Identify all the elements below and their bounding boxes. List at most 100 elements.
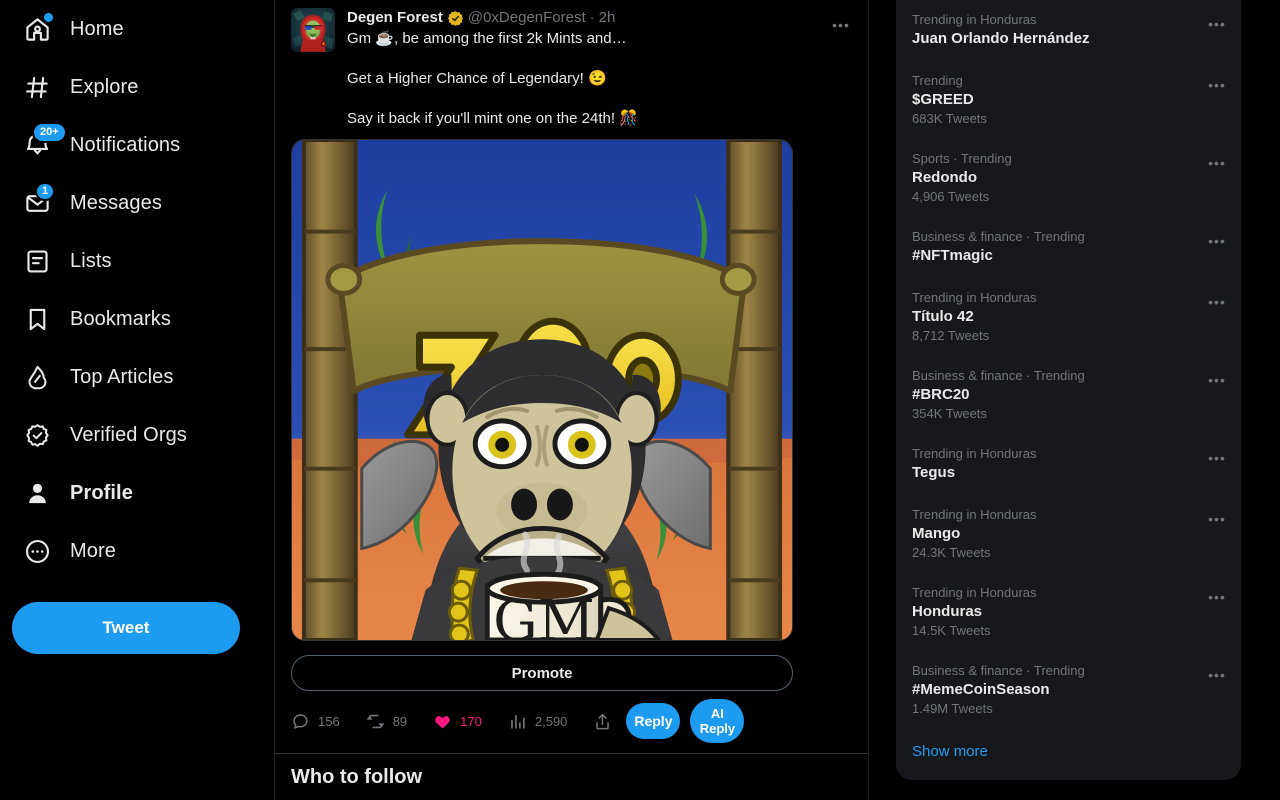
trend-more-button[interactable]: ••• bbox=[1203, 149, 1231, 177]
trend-item[interactable]: Business & finance · Trending #MemeCoinS… bbox=[896, 651, 1241, 729]
tweet-more-menu-button[interactable]: ••• bbox=[826, 10, 856, 40]
promote-button[interactable]: Promote bbox=[291, 655, 793, 691]
trend-item[interactable]: Business & finance · Trending #BRC20 354… bbox=[896, 356, 1241, 434]
tweet-button[interactable]: Tweet bbox=[12, 602, 240, 654]
trend-name: $GREED bbox=[912, 91, 974, 108]
trend-more-button[interactable]: ••• bbox=[1203, 444, 1231, 472]
ellipsis-icon: ••• bbox=[1208, 233, 1226, 249]
trend-more-button[interactable]: ••• bbox=[1203, 10, 1231, 38]
more-circle-icon bbox=[22, 536, 52, 566]
trend-name: Honduras bbox=[912, 603, 983, 620]
sidebar-item-label: Bookmarks bbox=[70, 307, 171, 330]
trend-category: Sports · Trending bbox=[912, 151, 1012, 166]
trend-item[interactable]: Trending in Honduras Mango 24.3K Tweets … bbox=[896, 495, 1241, 573]
comment-icon bbox=[291, 712, 310, 731]
trend-count: 8,712 Tweets bbox=[912, 328, 990, 343]
svg-text:GM: GM bbox=[493, 589, 595, 640]
home-icon bbox=[22, 13, 53, 44]
sidebar-item-explore[interactable]: Explore bbox=[12, 58, 262, 116]
trend-item[interactable]: Trending in Honduras Juan Orlando Hernán… bbox=[896, 0, 1241, 61]
trend-item[interactable]: Business & finance · Trending #NFTmagic … bbox=[896, 217, 1241, 278]
trend-more-button[interactable]: ••• bbox=[1203, 366, 1231, 394]
trend-more-button[interactable]: ••• bbox=[1203, 288, 1231, 316]
sidebar-item-bookmarks[interactable]: Bookmarks bbox=[12, 290, 262, 348]
trend-item[interactable]: Sports · Trending Redondo 4,906 Tweets •… bbox=[896, 139, 1241, 217]
ellipsis-icon: ••• bbox=[1208, 77, 1226, 93]
sidebar-item-messages[interactable]: 1 Messages bbox=[12, 174, 262, 232]
trend-more-button[interactable]: ••• bbox=[1203, 505, 1231, 533]
trend-name: Juan Orlando Hernández bbox=[912, 30, 1090, 47]
trends-panel: Trending in Honduras Juan Orlando Hernán… bbox=[896, 0, 1241, 780]
sidebar-item-label: Verified Orgs bbox=[70, 423, 187, 446]
separator-dot: · bbox=[589, 9, 595, 26]
ellipsis-icon: ••• bbox=[1208, 155, 1226, 171]
left-sidebar: Home Explore 20+ Notifications 1 Message… bbox=[0, 0, 275, 800]
trend-category: Business & finance · Trending bbox=[912, 663, 1085, 678]
show-more-link[interactable]: Show more bbox=[896, 729, 1241, 772]
reply-button[interactable]: Reply bbox=[626, 703, 681, 739]
trend-name: Mango bbox=[912, 525, 961, 542]
home-unread-dot bbox=[44, 13, 53, 22]
sidebar-item-top-articles[interactable]: Top Articles bbox=[12, 348, 262, 406]
trend-name: Tegus bbox=[912, 464, 956, 481]
tweet-text-line: Gm ☕, be among the first 2k Mints and… bbox=[347, 30, 627, 47]
sidebar-item-profile[interactable]: Profile bbox=[12, 464, 262, 522]
sidebar-item-verified-orgs[interactable]: Verified Orgs bbox=[12, 406, 262, 464]
trend-more-button[interactable]: ••• bbox=[1203, 71, 1231, 99]
like-action[interactable]: 170 bbox=[433, 712, 482, 731]
sidebar-item-label: Messages bbox=[70, 191, 162, 214]
sidebar-item-label: Notifications bbox=[70, 133, 181, 156]
reply-action[interactable]: 156 bbox=[291, 712, 340, 731]
who-to-follow-title: Who to follow bbox=[291, 766, 423, 788]
ellipsis-icon: ••• bbox=[1208, 589, 1226, 605]
ellipsis-icon: ••• bbox=[1208, 294, 1226, 310]
trend-name: #NFTmagic bbox=[912, 247, 993, 264]
trend-category: Trending in Honduras bbox=[912, 290, 1037, 305]
sidebar-item-label: Explore bbox=[70, 75, 139, 98]
right-sidebar: Trending in Honduras Juan Orlando Hernán… bbox=[869, 0, 1280, 800]
trend-more-button[interactable]: ••• bbox=[1203, 227, 1231, 255]
trend-category: Trending in Honduras bbox=[912, 446, 1037, 461]
retweet-count: 89 bbox=[392, 713, 408, 729]
share-action[interactable] bbox=[593, 712, 612, 731]
trend-count: 14.5K Tweets bbox=[912, 623, 991, 638]
ai-reply-button[interactable]: AI Reply bbox=[690, 699, 745, 743]
trend-count: 1.49M Tweets bbox=[912, 701, 993, 716]
ellipsis-icon: ••• bbox=[1208, 667, 1226, 683]
trend-name: Título 42 bbox=[912, 308, 974, 325]
retweet-icon bbox=[366, 712, 385, 731]
trend-category: Business & finance · Trending bbox=[912, 368, 1085, 383]
tweet-action-bar: 156 89 170 2,590 Reply AI Reply bbox=[291, 699, 793, 743]
trend-item[interactable]: Trending in Honduras Honduras 14.5K Twee… bbox=[896, 573, 1241, 651]
trend-more-button[interactable]: ••• bbox=[1203, 661, 1231, 689]
avatar[interactable] bbox=[291, 8, 335, 52]
ellipsis-icon: ••• bbox=[832, 17, 850, 33]
analytics-icon bbox=[508, 712, 527, 731]
views-action[interactable]: 2,590 bbox=[508, 712, 567, 731]
trend-item[interactable]: Trending in Honduras Título 42 8,712 Twe… bbox=[896, 278, 1241, 356]
retweet-action[interactable]: 89 bbox=[366, 712, 407, 731]
tweet-text: Gm ☕, be among the first 2k Mints and… G… bbox=[347, 29, 852, 129]
sidebar-item-lists[interactable]: Lists bbox=[12, 232, 262, 290]
bookmark-icon bbox=[22, 304, 52, 334]
share-icon bbox=[593, 712, 612, 731]
flame-icon bbox=[22, 362, 52, 392]
tweet-timestamp[interactable]: 2h bbox=[599, 8, 616, 28]
verified-badge-icon bbox=[22, 420, 52, 450]
sidebar-item-home[interactable]: Home bbox=[12, 0, 262, 58]
author-handle[interactable]: @0xDegenForest bbox=[468, 8, 586, 28]
sidebar-item-label: Top Articles bbox=[70, 365, 174, 388]
reply-count: 156 bbox=[318, 713, 340, 729]
ai-reply-label-line2: Reply bbox=[699, 721, 736, 736]
trend-item[interactable]: Trending $GREED 683K Tweets ••• bbox=[896, 61, 1241, 139]
sidebar-item-label: Home bbox=[70, 17, 124, 40]
ai-reply-label-line1: AI bbox=[710, 706, 724, 721]
bell-icon: 20+ bbox=[22, 122, 67, 160]
sidebar-item-more[interactable]: More bbox=[12, 522, 262, 580]
tweet-card: Degen Forest @0xDegenForest · 2h Gm ☕, b… bbox=[275, 0, 868, 743]
author-display-name[interactable]: Degen Forest bbox=[347, 8, 443, 28]
trend-more-button[interactable]: ••• bbox=[1203, 583, 1231, 611]
tweet-media-image[interactable]: GM bbox=[291, 139, 793, 641]
sidebar-item-notifications[interactable]: 20+ Notifications bbox=[12, 116, 262, 174]
trend-item[interactable]: Trending in Honduras Tegus ••• bbox=[896, 434, 1241, 495]
